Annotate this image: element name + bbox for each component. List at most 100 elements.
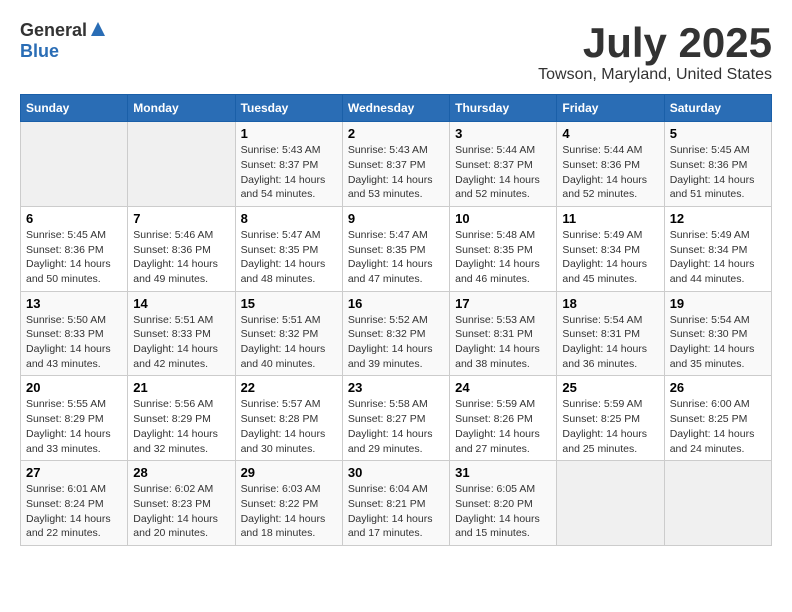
day-number: 3 (455, 126, 551, 141)
calendar-cell: 23 Sunrise: 5:58 AMSunset: 8:27 PMDaylig… (342, 376, 449, 461)
calendar-cell: 15 Sunrise: 5:51 AMSunset: 8:32 PMDaylig… (235, 291, 342, 376)
calendar-cell (664, 461, 771, 546)
day-info: Sunrise: 6:00 AMSunset: 8:25 PMDaylight:… (670, 398, 755, 454)
title-block: July 2025 Towson, Maryland, United State… (538, 20, 772, 84)
day-number: 19 (670, 296, 766, 311)
calendar-cell (557, 461, 664, 546)
calendar-week-1: 1 Sunrise: 5:43 AMSunset: 8:37 PMDayligh… (21, 122, 772, 207)
day-info: Sunrise: 6:02 AMSunset: 8:23 PMDaylight:… (133, 483, 218, 539)
calendar-cell: 5 Sunrise: 5:45 AMSunset: 8:36 PMDayligh… (664, 122, 771, 207)
header-wednesday: Wednesday (342, 95, 449, 122)
day-info: Sunrise: 5:45 AMSunset: 8:36 PMDaylight:… (670, 144, 755, 200)
day-info: Sunrise: 5:59 AMSunset: 8:26 PMDaylight:… (455, 398, 540, 454)
day-info: Sunrise: 5:54 AMSunset: 8:31 PMDaylight:… (562, 314, 647, 370)
calendar-cell: 11 Sunrise: 5:49 AMSunset: 8:34 PMDaylig… (557, 206, 664, 291)
day-number: 9 (348, 211, 444, 226)
day-number: 6 (26, 211, 122, 226)
day-info: Sunrise: 5:56 AMSunset: 8:29 PMDaylight:… (133, 398, 218, 454)
day-number: 1 (241, 126, 337, 141)
day-number: 14 (133, 296, 229, 311)
day-info: Sunrise: 5:46 AMSunset: 8:36 PMDaylight:… (133, 229, 218, 285)
day-number: 10 (455, 211, 551, 226)
calendar-cell: 12 Sunrise: 5:49 AMSunset: 8:34 PMDaylig… (664, 206, 771, 291)
day-info: Sunrise: 5:50 AMSunset: 8:33 PMDaylight:… (26, 314, 111, 370)
header-tuesday: Tuesday (235, 95, 342, 122)
day-info: Sunrise: 5:43 AMSunset: 8:37 PMDaylight:… (348, 144, 433, 200)
calendar-cell: 21 Sunrise: 5:56 AMSunset: 8:29 PMDaylig… (128, 376, 235, 461)
calendar-cell: 4 Sunrise: 5:44 AMSunset: 8:36 PMDayligh… (557, 122, 664, 207)
calendar-cell: 29 Sunrise: 6:03 AMSunset: 8:22 PMDaylig… (235, 461, 342, 546)
day-info: Sunrise: 5:59 AMSunset: 8:25 PMDaylight:… (562, 398, 647, 454)
calendar-cell: 1 Sunrise: 5:43 AMSunset: 8:37 PMDayligh… (235, 122, 342, 207)
day-info: Sunrise: 5:44 AMSunset: 8:37 PMDaylight:… (455, 144, 540, 200)
day-info: Sunrise: 6:01 AMSunset: 8:24 PMDaylight:… (26, 483, 111, 539)
calendar-cell: 9 Sunrise: 5:47 AMSunset: 8:35 PMDayligh… (342, 206, 449, 291)
calendar-cell: 14 Sunrise: 5:51 AMSunset: 8:33 PMDaylig… (128, 291, 235, 376)
calendar-cell: 25 Sunrise: 5:59 AMSunset: 8:25 PMDaylig… (557, 376, 664, 461)
day-number: 23 (348, 380, 444, 395)
calendar-cell: 27 Sunrise: 6:01 AMSunset: 8:24 PMDaylig… (21, 461, 128, 546)
calendar-location: Towson, Maryland, United States (538, 66, 772, 84)
calendar-week-3: 13 Sunrise: 5:50 AMSunset: 8:33 PMDaylig… (21, 291, 772, 376)
day-info: Sunrise: 5:49 AMSunset: 8:34 PMDaylight:… (562, 229, 647, 285)
calendar-cell: 18 Sunrise: 5:54 AMSunset: 8:31 PMDaylig… (557, 291, 664, 376)
logo-icon (89, 20, 107, 38)
day-number: 17 (455, 296, 551, 311)
calendar-cell: 8 Sunrise: 5:47 AMSunset: 8:35 PMDayligh… (235, 206, 342, 291)
calendar-table: Sunday Monday Tuesday Wednesday Thursday… (20, 94, 772, 546)
day-info: Sunrise: 5:55 AMSunset: 8:29 PMDaylight:… (26, 398, 111, 454)
day-info: Sunrise: 5:47 AMSunset: 8:35 PMDaylight:… (348, 229, 433, 285)
calendar-week-2: 6 Sunrise: 5:45 AMSunset: 8:36 PMDayligh… (21, 206, 772, 291)
calendar-cell: 31 Sunrise: 6:05 AMSunset: 8:20 PMDaylig… (450, 461, 557, 546)
day-number: 28 (133, 465, 229, 480)
day-number: 29 (241, 465, 337, 480)
header-saturday: Saturday (664, 95, 771, 122)
calendar-cell: 28 Sunrise: 6:02 AMSunset: 8:23 PMDaylig… (128, 461, 235, 546)
day-number: 31 (455, 465, 551, 480)
day-info: Sunrise: 6:04 AMSunset: 8:21 PMDaylight:… (348, 483, 433, 539)
calendar-cell (128, 122, 235, 207)
day-number: 27 (26, 465, 122, 480)
day-info: Sunrise: 5:52 AMSunset: 8:32 PMDaylight:… (348, 314, 433, 370)
page-header: General Blue July 2025 Towson, Maryland,… (20, 20, 772, 84)
day-number: 11 (562, 211, 658, 226)
day-info: Sunrise: 5:43 AMSunset: 8:37 PMDaylight:… (241, 144, 326, 200)
calendar-cell: 13 Sunrise: 5:50 AMSunset: 8:33 PMDaylig… (21, 291, 128, 376)
header-friday: Friday (557, 95, 664, 122)
day-number: 25 (562, 380, 658, 395)
day-number: 7 (133, 211, 229, 226)
day-number: 2 (348, 126, 444, 141)
day-number: 15 (241, 296, 337, 311)
day-info: Sunrise: 6:03 AMSunset: 8:22 PMDaylight:… (241, 483, 326, 539)
calendar-cell: 3 Sunrise: 5:44 AMSunset: 8:37 PMDayligh… (450, 122, 557, 207)
day-number: 26 (670, 380, 766, 395)
calendar-cell: 20 Sunrise: 5:55 AMSunset: 8:29 PMDaylig… (21, 376, 128, 461)
calendar-cell: 30 Sunrise: 6:04 AMSunset: 8:21 PMDaylig… (342, 461, 449, 546)
day-info: Sunrise: 5:48 AMSunset: 8:35 PMDaylight:… (455, 229, 540, 285)
calendar-cell: 7 Sunrise: 5:46 AMSunset: 8:36 PMDayligh… (128, 206, 235, 291)
calendar-cell: 6 Sunrise: 5:45 AMSunset: 8:36 PMDayligh… (21, 206, 128, 291)
calendar-title: July 2025 (538, 20, 772, 66)
day-number: 20 (26, 380, 122, 395)
day-number: 30 (348, 465, 444, 480)
day-info: Sunrise: 6:05 AMSunset: 8:20 PMDaylight:… (455, 483, 540, 539)
logo-text: General (20, 20, 87, 41)
calendar-cell: 10 Sunrise: 5:48 AMSunset: 8:35 PMDaylig… (450, 206, 557, 291)
calendar-week-5: 27 Sunrise: 6:01 AMSunset: 8:24 PMDaylig… (21, 461, 772, 546)
day-number: 22 (241, 380, 337, 395)
calendar-week-4: 20 Sunrise: 5:55 AMSunset: 8:29 PMDaylig… (21, 376, 772, 461)
day-number: 4 (562, 126, 658, 141)
day-number: 5 (670, 126, 766, 141)
day-info: Sunrise: 5:58 AMSunset: 8:27 PMDaylight:… (348, 398, 433, 454)
day-number: 24 (455, 380, 551, 395)
header-thursday: Thursday (450, 95, 557, 122)
day-number: 13 (26, 296, 122, 311)
day-number: 16 (348, 296, 444, 311)
day-info: Sunrise: 5:51 AMSunset: 8:32 PMDaylight:… (241, 314, 326, 370)
day-info: Sunrise: 5:51 AMSunset: 8:33 PMDaylight:… (133, 314, 218, 370)
header-sunday: Sunday (21, 95, 128, 122)
calendar-cell: 2 Sunrise: 5:43 AMSunset: 8:37 PMDayligh… (342, 122, 449, 207)
calendar-cell: 26 Sunrise: 6:00 AMSunset: 8:25 PMDaylig… (664, 376, 771, 461)
logo: General Blue (20, 20, 107, 62)
day-info: Sunrise: 5:57 AMSunset: 8:28 PMDaylight:… (241, 398, 326, 454)
